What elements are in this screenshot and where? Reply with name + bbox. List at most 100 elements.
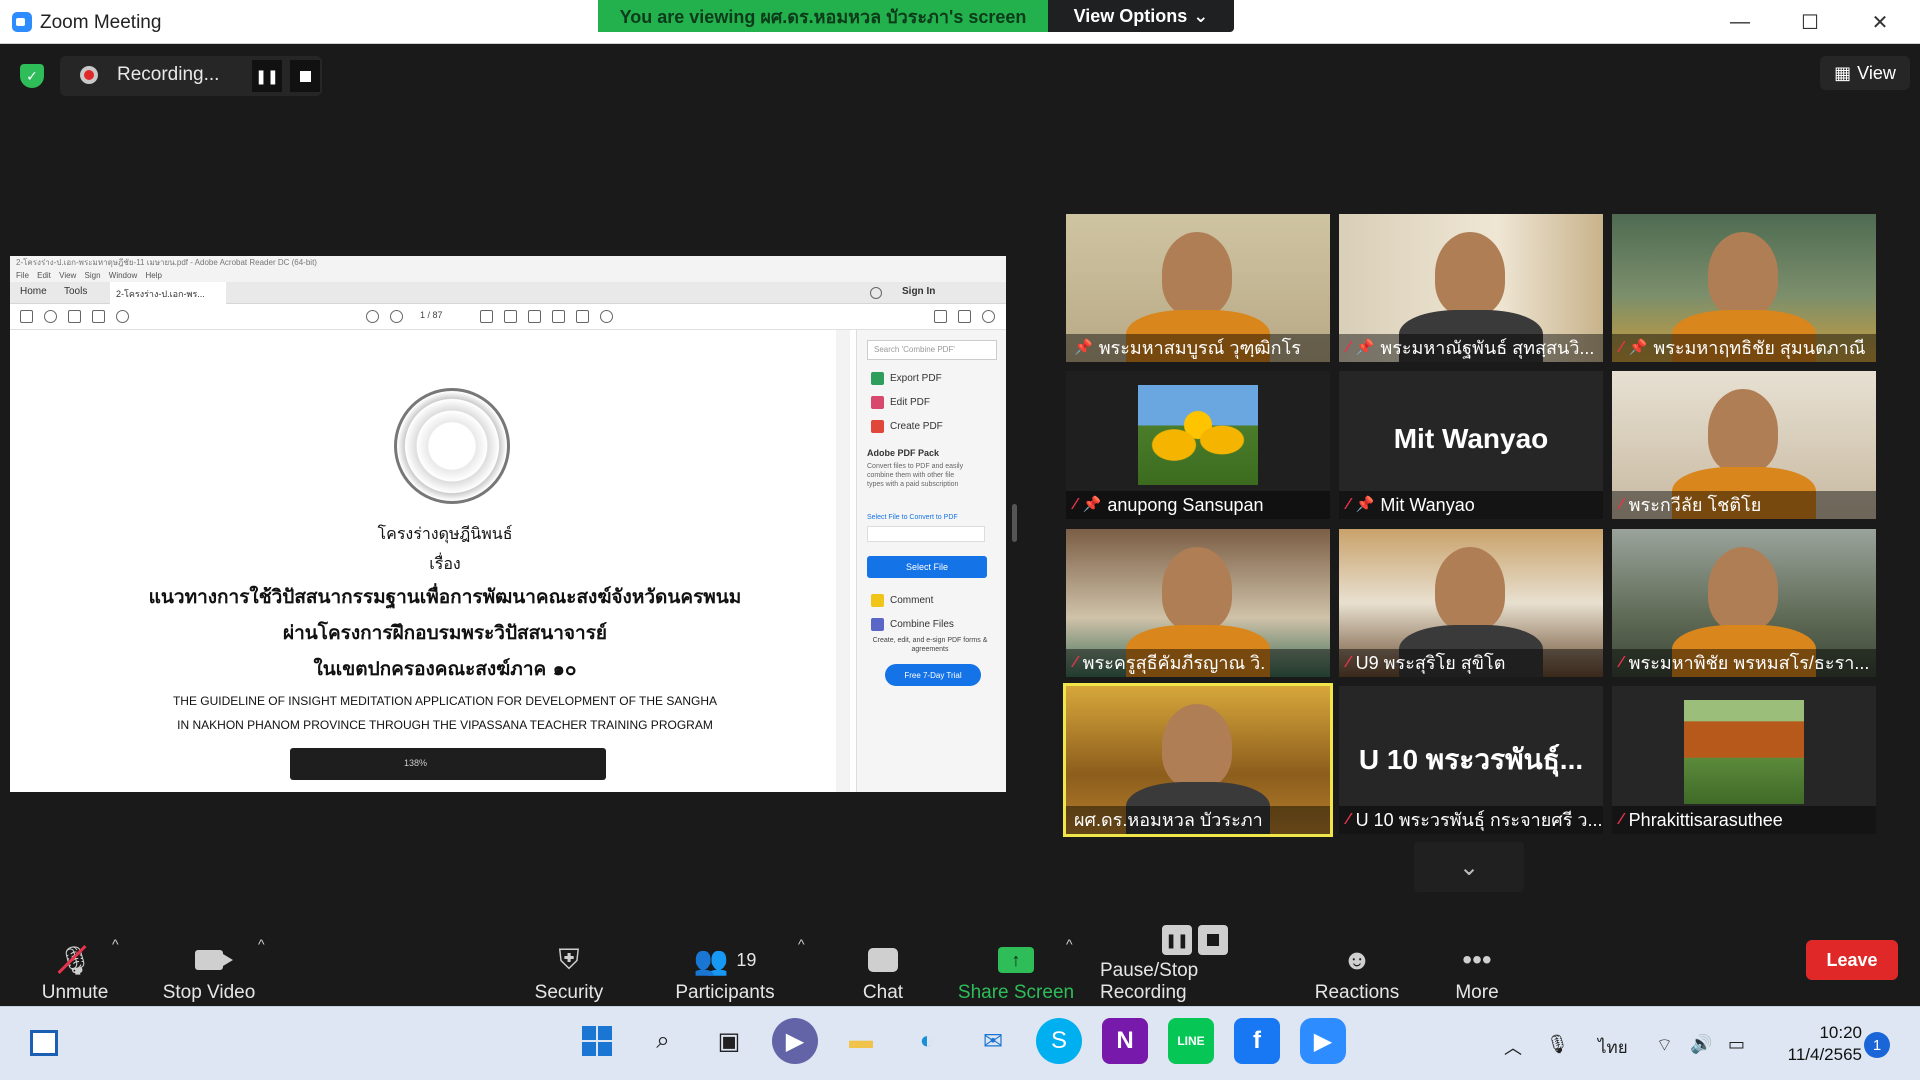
participant-tile[interactable]: ⁄ พระมหาพิชัย พรหมสโร/ธะรา... (1612, 529, 1876, 677)
wifi-icon[interactable]: ⌔ (1656, 1034, 1673, 1057)
create-pdf-item[interactable]: Create PDF (871, 420, 943, 433)
split-divider-handle[interactable] (1012, 504, 1017, 542)
participant-name-bar: ⁄ พระครูสุธีคัมภีรญาณ วิ. (1066, 649, 1330, 677)
chat-button[interactable]: Chat (808, 920, 958, 1004)
participant-name: ผศ.ดร.หอมหวล บัวระภา (1074, 810, 1263, 830)
more-button[interactable]: ••• More (1402, 920, 1552, 1004)
participant-tile[interactable]: ⁄ 📌 พระมหาฤทธิชัย สุมนตภาณี (1612, 214, 1876, 362)
view-options-button[interactable]: View Options ⌄ (1048, 0, 1234, 32)
help-icon[interactable] (870, 287, 882, 299)
select-file-label: Select File to Convert to PDF (867, 514, 958, 521)
share-options-caret-icon[interactable]: ^ (1066, 936, 1073, 952)
export-pdf-item[interactable]: Export PDF (871, 372, 942, 385)
search-icon[interactable] (116, 310, 129, 323)
page-down-icon[interactable] (390, 310, 403, 323)
pause-recording-icon[interactable]: ❚❚ (252, 60, 282, 92)
clock[interactable]: 10:20 11/4/2565 (1772, 1022, 1862, 1066)
sign-icon[interactable] (528, 310, 541, 323)
save-icon[interactable] (20, 310, 33, 323)
highlight-icon[interactable] (504, 310, 517, 323)
mail-icon[interactable]: ✉ (970, 1018, 1016, 1064)
close-button[interactable]: ✕ (1860, 6, 1900, 38)
teams-chat-icon[interactable]: ▶ (772, 1018, 818, 1064)
participant-tile[interactable]: ⁄ พระครูสุธีคัมภีรญาณ วิ. (1066, 529, 1330, 677)
input-language[interactable]: ไทย (1598, 1034, 1628, 1061)
acrobat-toolbar (10, 304, 1006, 330)
stop-recording-icon[interactable] (290, 60, 320, 92)
participant-tile[interactable]: ผศ.ดร.หอมหวล บัวระภา (1063, 683, 1333, 837)
participant-name-bar: 📌 พระมหาสมบูรณ์ วุฑฺฒิกโร (1066, 334, 1330, 362)
tab-tools[interactable]: Tools (64, 286, 87, 297)
tab-home[interactable]: Home (20, 286, 47, 297)
line-app-icon[interactable]: LINE (1168, 1018, 1214, 1064)
participant-tile[interactable]: ⁄ 📌 anupong Sansupan (1066, 371, 1330, 519)
participant-tile[interactable]: ⁄ Phrakittisarasuthee (1612, 686, 1876, 834)
speaker-icon[interactable]: 🔊 (1690, 1034, 1712, 1055)
delete-icon[interactable] (576, 310, 589, 323)
rotate-icon[interactable] (600, 310, 613, 323)
pause-stop-recording-button[interactable]: ❚❚ Pause/Stop Recording (1100, 920, 1290, 1004)
edit-pdf-item[interactable]: Edit PDF (871, 396, 930, 409)
leave-button[interactable]: Leave (1806, 940, 1898, 980)
document-tab[interactable]: 2-โครงร่าง-ป.เอก-พร... (110, 282, 226, 304)
microphone-icon[interactable]: 🎙 (1546, 1034, 1569, 1055)
participant-tile[interactable]: ⁄ 📌 พระมหาณัฐพันธ์ สุทสฺสนวิ... (1339, 214, 1603, 362)
minimize-button[interactable]: — (1720, 6, 1760, 38)
free-trial-button[interactable]: Free 7-Day Trial (885, 664, 981, 686)
participants-caret-icon[interactable]: ^ (798, 936, 805, 952)
combine-files-item[interactable]: Combine Files (871, 618, 954, 631)
file-explorer-icon[interactable]: ▬ (838, 1018, 884, 1064)
file-drop-field[interactable] (867, 526, 985, 542)
onenote-icon[interactable]: N (1102, 1018, 1148, 1064)
skype-icon[interactable]: S (1036, 1018, 1082, 1064)
facebook-icon[interactable]: f (1234, 1018, 1280, 1064)
print-icon[interactable] (92, 310, 105, 323)
edge-browser-icon[interactable]: ◐ (904, 1018, 950, 1064)
edit-pdf-icon (871, 396, 884, 409)
participant-tile[interactable]: U 10 พระวรพันธุ์... ⁄ U 10 พระวรพันธุ์ กระ… (1339, 686, 1603, 834)
notification-badge[interactable]: 1 (1864, 1032, 1890, 1058)
mail-icon[interactable] (958, 310, 971, 323)
comment-item[interactable]: Comment (871, 594, 933, 607)
participants-button[interactable]: 👥 19 Participants (650, 920, 800, 1004)
security-button[interactable]: ⛨ Security (494, 920, 644, 1004)
maximize-button[interactable]: ☐ (1790, 6, 1830, 38)
fill-sign-icon[interactable] (934, 310, 947, 323)
windows-start-icon[interactable] (574, 1018, 620, 1064)
security-label: Security (534, 982, 604, 1003)
video-options-caret-icon[interactable]: ^ (258, 936, 265, 952)
zoom-level[interactable]: 138% (404, 758, 427, 768)
star-icon[interactable] (44, 310, 57, 323)
task-view-icon[interactable]: ▣ (706, 1018, 752, 1064)
stamp-icon[interactable] (552, 310, 565, 323)
tools-search-input[interactable]: Search 'Combine PDF' (867, 340, 997, 360)
chevron-down-icon[interactable]: ⌄ (1414, 842, 1524, 892)
participant-tile[interactable]: ⁄ พระกวีลัย โชติโย (1612, 371, 1876, 519)
unmute-button[interactable]: 🎙 Unmute (0, 920, 150, 1004)
participant-tile[interactable]: ⁄ U9 พระสุริโย สุขิโต (1339, 529, 1603, 677)
audio-options-caret-icon[interactable]: ^ (112, 936, 119, 952)
pdf-pack-title: Adobe PDF Pack (867, 448, 940, 458)
participant-name: พระมหาสมบูรณ์ วุฑฺฒิกโร (1098, 338, 1301, 358)
search-icon[interactable]: ⌕ (640, 1018, 686, 1064)
zoom-taskbar-icon[interactable]: ▶ (1300, 1018, 1346, 1064)
battery-icon[interactable]: ▭ (1728, 1034, 1745, 1055)
participant-tile[interactable]: 📌 พระมหาสมบูรณ์ วุฑฺฒิกโร (1066, 214, 1330, 362)
tray-chevron-up-icon[interactable]: ︿ (1504, 1034, 1522, 1060)
doc-scrollbar[interactable] (836, 330, 850, 792)
share-screen-button[interactable]: ↑ Share Screen (941, 920, 1091, 1004)
encryption-shield-icon[interactable]: ✓ (20, 64, 44, 88)
select-file-button[interactable]: Select File (867, 556, 987, 578)
account-icon[interactable] (982, 310, 995, 323)
comment-icon[interactable] (480, 310, 493, 323)
upload-icon[interactable] (68, 310, 81, 323)
sign-in-link[interactable]: Sign In (902, 286, 935, 297)
desktop-widget-icon[interactable] (30, 1030, 58, 1056)
participant-tile[interactable]: Mit Wanyao ⁄ 📌 Mit Wanyao (1339, 371, 1603, 519)
stop-video-button[interactable]: Stop Video (134, 920, 284, 1004)
promo-text: Create, edit, and e-sign PDF forms & agr… (872, 637, 988, 653)
page-indicator[interactable]: 1 / 87 (420, 310, 443, 320)
microphone-muted-icon: ⁄ (1347, 339, 1350, 356)
page-up-icon[interactable] (366, 310, 379, 323)
view-layout-button[interactable]: ▦ View (1820, 56, 1910, 90)
